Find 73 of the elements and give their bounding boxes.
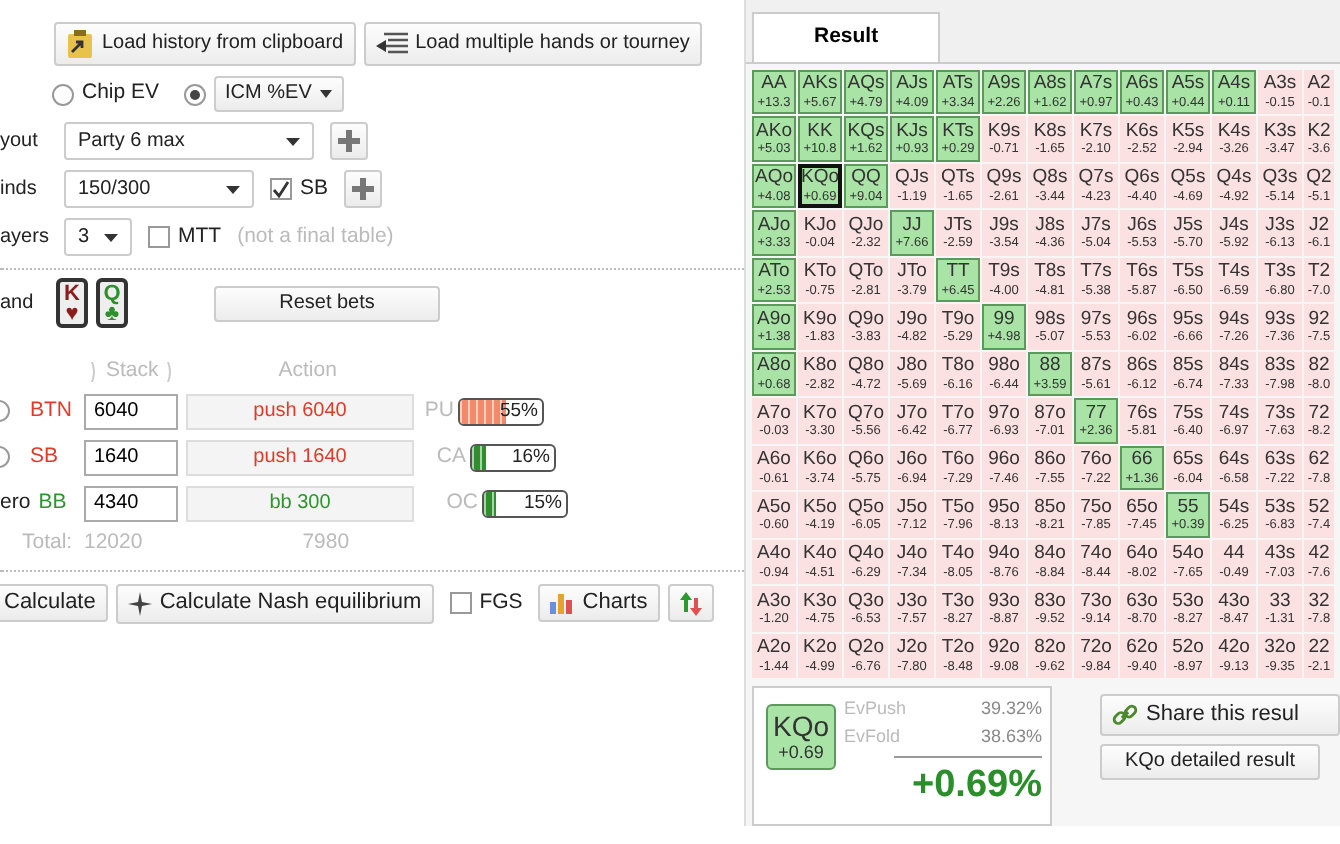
plus-icon bbox=[352, 178, 375, 200]
field-label: and bbox=[0, 290, 36, 318]
toolbar-button[interactable]: Load multiple hands or tourney bbox=[363, 22, 702, 66]
hero-label: ero bbox=[0, 487, 31, 518]
radio-button[interactable] bbox=[183, 83, 206, 105]
hand-tile: KQo +0.69 bbox=[766, 704, 836, 771]
add-button[interactable] bbox=[344, 170, 383, 208]
stack-input[interactable]: 1640 bbox=[84, 439, 178, 476]
stack-input[interactable]: 6040 bbox=[84, 393, 178, 430]
playing-card: Q ♣ bbox=[96, 278, 128, 328]
arrows-icon bbox=[679, 591, 702, 615]
total-stack: 12020 bbox=[84, 527, 143, 558]
nash-button[interactable]: Calculate Nash equilibrium bbox=[115, 583, 434, 623]
reset-button[interactable]: Reset bets bbox=[214, 285, 440, 321]
tab[interactable]: Result bbox=[752, 12, 941, 62]
radio-label: Chip EV bbox=[82, 78, 160, 109]
action-button[interactable]: push 1640 bbox=[186, 439, 414, 476]
checkbox[interactable] bbox=[449, 592, 472, 614]
bar-reading: 15% bbox=[523, 491, 562, 516]
calculate-button[interactable]: Calculate bbox=[0, 584, 108, 622]
field-label: yout bbox=[0, 128, 40, 156]
checkbox[interactable] bbox=[270, 178, 292, 200]
caret-icon bbox=[319, 90, 332, 98]
select-field[interactable]: 3 bbox=[64, 218, 132, 256]
radio-button[interactable] bbox=[52, 83, 74, 105]
add-button[interactable] bbox=[330, 122, 368, 160]
bracket-icon bbox=[90, 361, 98, 382]
link-icon bbox=[1112, 702, 1138, 729]
bar-chart-icon bbox=[550, 592, 575, 614]
checkbox-label: FGS bbox=[479, 587, 523, 618]
result-value: +0.69% bbox=[910, 762, 1042, 811]
stat-label: EvFold bbox=[844, 723, 901, 750]
field-label: ayers bbox=[0, 224, 48, 252]
checkbox[interactable] bbox=[148, 226, 170, 248]
stack-input[interactable]: 4340 bbox=[84, 485, 178, 522]
range-tag: OC bbox=[414, 487, 478, 520]
position-label: BTN bbox=[30, 395, 72, 426]
position-label: BB bbox=[38, 487, 67, 518]
bracket-icon bbox=[166, 361, 175, 382]
mode-dropdown[interactable]: ICM %EV bbox=[213, 76, 344, 112]
checkbox-label: MTT bbox=[178, 221, 222, 252]
checkbox-label: SB bbox=[300, 173, 329, 204]
toolbar-button[interactable]: Load history from clipboard bbox=[54, 22, 356, 66]
bar-reading: 16% bbox=[511, 445, 550, 470]
select-field[interactable]: Party 6 max bbox=[64, 122, 314, 160]
stat-value: 38.63% bbox=[980, 723, 1042, 750]
caret-icon bbox=[226, 185, 240, 193]
list-icon bbox=[375, 32, 408, 56]
detail-button[interactable]: KQo detailed result bbox=[1100, 744, 1320, 781]
range-tag: PU bbox=[414, 395, 454, 428]
column-header: Stack bbox=[106, 356, 159, 386]
caret-icon bbox=[286, 137, 300, 145]
select-field[interactable]: 150/300 bbox=[64, 170, 254, 208]
field-label: inds bbox=[0, 176, 39, 204]
total-action: 7980 bbox=[302, 527, 350, 558]
caret-icon bbox=[104, 233, 118, 241]
charts-button[interactable]: Charts bbox=[538, 584, 660, 622]
total-label: Total: bbox=[22, 527, 75, 558]
stat-label: EvPush bbox=[844, 696, 907, 723]
position-label: SB bbox=[30, 441, 59, 472]
share-button[interactable]: Share this resul bbox=[1100, 694, 1340, 737]
column-header: Action bbox=[278, 356, 337, 386]
action-button[interactable]: bb 300 bbox=[186, 485, 414, 522]
note-text: (not a final table) bbox=[237, 221, 394, 252]
swap-button[interactable] bbox=[667, 584, 714, 622]
check-icon bbox=[272, 180, 290, 198]
range-tag: CA bbox=[414, 441, 466, 474]
sparkle-icon bbox=[127, 591, 152, 615]
clipboard-icon bbox=[66, 30, 94, 58]
action-button[interactable]: push 6040 bbox=[186, 393, 414, 430]
plus-icon bbox=[338, 130, 360, 152]
stat-value: 39.32% bbox=[980, 696, 1042, 723]
playing-card: K ♥ bbox=[56, 278, 88, 328]
